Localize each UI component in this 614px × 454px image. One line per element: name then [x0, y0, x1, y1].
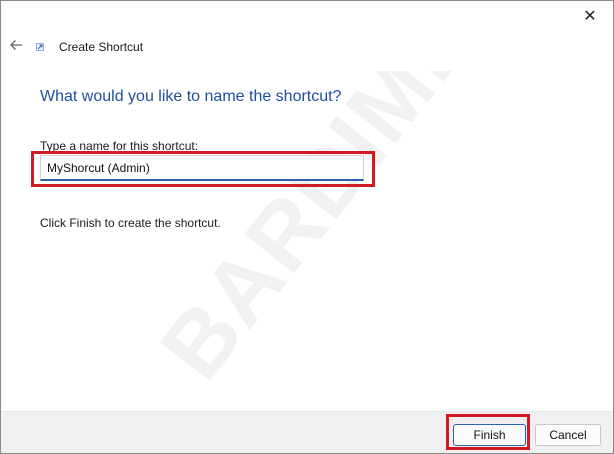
watermark-text: BARDIMIN	[151, 71, 515, 398]
close-icon: ✕	[583, 8, 597, 25]
back-button[interactable]	[7, 35, 25, 55]
finish-button[interactable]: Finish	[453, 424, 526, 446]
finish-hint: Click Finish to create the shortcut.	[40, 216, 221, 230]
page-heading: What would you like to name the shortcut…	[40, 88, 342, 105]
shortcut-icon	[36, 43, 44, 51]
watermark: BARDIMIN	[151, 71, 515, 398]
shortcut-name-input[interactable]: MyShorcut (Admin)	[40, 155, 364, 181]
shortcut-name-label: Type a name for this shortcut:	[40, 139, 199, 153]
create-shortcut-window: BARDIMIN ✕ Create Shortcut What would yo…	[0, 0, 614, 454]
close-button[interactable]: ✕	[567, 1, 613, 31]
window-title: Create Shortcut	[59, 40, 144, 54]
cancel-button[interactable]: Cancel	[535, 424, 601, 446]
dialog-footer: Finish Cancel	[1, 411, 613, 453]
back-arrow-icon	[10, 40, 22, 50]
